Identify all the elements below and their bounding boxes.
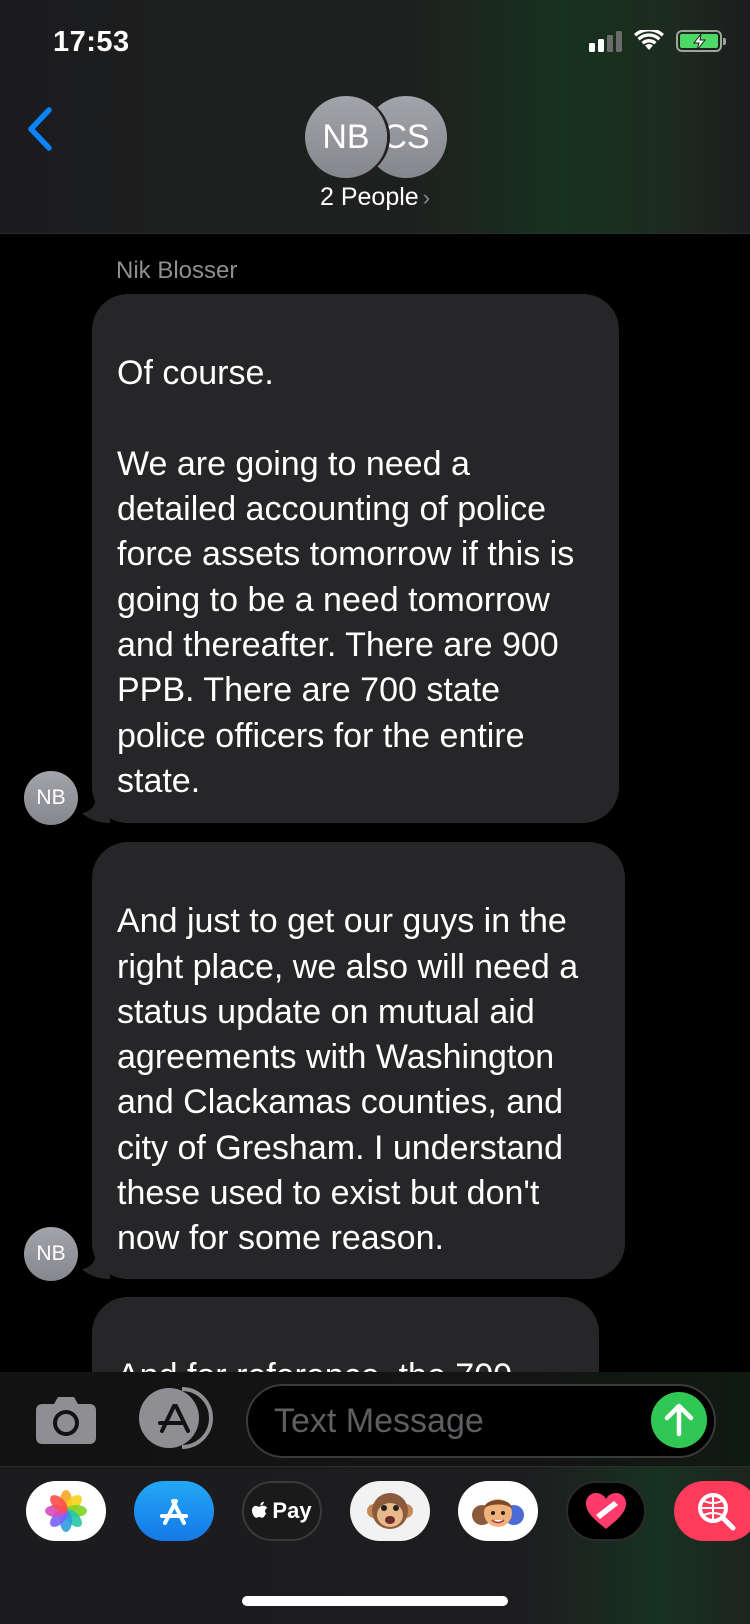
message-bubble[interactable]: And just to get our guys in the right pl… <box>82 842 625 1279</box>
app-store-icon <box>139 1387 213 1449</box>
home-indicator[interactable] <box>242 1596 508 1606</box>
group-details-link[interactable]: 2 People › <box>0 183 750 212</box>
photos-icon[interactable] <box>26 1481 106 1541</box>
chevron-left-icon <box>28 107 52 151</box>
message-input[interactable] <box>274 1386 634 1456</box>
message-text: And just to get our guys in the right pl… <box>117 902 579 1258</box>
message-text: Of course. We are going to need a detail… <box>117 354 575 800</box>
input-bar <box>0 1372 750 1466</box>
chevron-right-icon: › <box>422 185 431 210</box>
camera-button[interactable] <box>34 1394 98 1446</box>
arrow-up-icon <box>664 1403 694 1437</box>
message-bubble[interactable]: Of course. We are going to need a detail… <box>82 294 619 823</box>
memoji-icon[interactable] <box>458 1481 538 1541</box>
camera-icon <box>36 1397 96 1444</box>
messages-screen: 17:53 NB CS 2 People › Nik Blosser Of co… <box>0 0 750 1624</box>
web-search-icon[interactable] <box>674 1481 750 1541</box>
apps-button[interactable] <box>138 1387 214 1449</box>
bubble-tail <box>82 1251 110 1279</box>
back-button[interactable] <box>22 104 58 154</box>
animoji-icon[interactable] <box>350 1481 430 1541</box>
avatar[interactable]: NB <box>24 1227 78 1281</box>
avatar: NB <box>305 96 387 178</box>
status-icons <box>589 30 726 52</box>
battery-charging-icon <box>676 30 726 52</box>
apple-pay-label: Pay <box>272 1498 312 1523</box>
send-button[interactable] <box>651 1392 707 1448</box>
apple-pay-icon[interactable]: Pay <box>242 1481 322 1541</box>
signal-icon <box>589 30 622 52</box>
conversation-header: 17:53 NB CS 2 People › <box>0 0 750 234</box>
bubble-tail <box>82 795 110 823</box>
sender-name: Nik Blosser <box>116 257 238 284</box>
message-field[interactable] <box>246 1384 716 1458</box>
wifi-icon <box>634 30 664 50</box>
status-time: 17:53 <box>53 26 130 58</box>
digital-touch-icon[interactable] <box>566 1481 646 1541</box>
avatar[interactable]: NB <box>24 771 78 825</box>
people-count-label: 2 People <box>319 183 419 211</box>
app-store-icon[interactable] <box>134 1481 214 1541</box>
group-avatars[interactable]: NB CS <box>305 96 447 178</box>
